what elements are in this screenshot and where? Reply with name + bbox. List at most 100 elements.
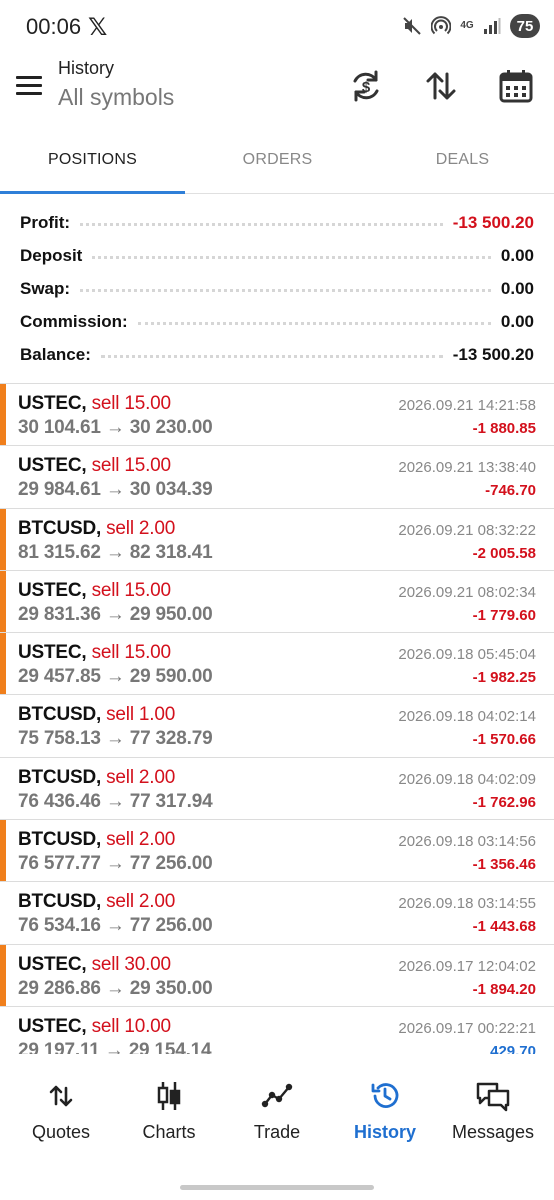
- summary-value: 0.00: [500, 245, 534, 265]
- symbol-name: BTCUSD,: [18, 891, 102, 913]
- bottom-navigation: Quotes Charts Trade History Messages: [0, 1062, 554, 1162]
- summary-value: -13 500.20: [452, 344, 534, 364]
- nav-label: Quotes: [31, 1122, 91, 1142]
- position-prices: 29 286.86 → 29 350.00: [18, 977, 213, 1000]
- position-row[interactable]: BTCUSD, sell 1.00 75 758.13 → 77 328.79 20…: [0, 695, 554, 758]
- position-prices: 30 104.61 → 30 230.00: [18, 417, 213, 439]
- trade-side-volume: sell 1.00: [101, 704, 176, 726]
- nav-label: History: [353, 1122, 416, 1142]
- arrow-icon: →: [105, 541, 125, 563]
- tab-deals[interactable]: DEALS: [370, 130, 554, 194]
- position-row[interactable]: USTEC, sell 30.00 29 286.86 → 29 350.00 20…: [0, 944, 554, 1007]
- symbol-name: USTEC,: [18, 579, 87, 601]
- position-time: 2026.09.21 14:21:58: [398, 397, 536, 414]
- active-tab-indicator: [0, 191, 185, 194]
- summary-label: Profit:: [20, 212, 71, 232]
- open-price: 29 831.36: [18, 603, 101, 625]
- nav-messages[interactable]: Messages: [438, 1076, 548, 1156]
- position-time: 2026.09.17 00:22:21: [398, 1019, 536, 1037]
- open-price: 81 315.62: [18, 541, 101, 563]
- position-row[interactable]: USTEC, sell 15.00 29 831.36 → 29 950.00 20…: [0, 570, 554, 634]
- summary-balance: Balance: -13 500.20: [0, 338, 554, 371]
- open-price: 76 577.77: [18, 853, 101, 875]
- close-price: 77 256.00: [129, 853, 213, 875]
- open-price: 76 436.46: [18, 790, 101, 812]
- dotted-leader: [137, 322, 491, 325]
- position-time: 2026.09.17 12:04:02: [398, 957, 536, 975]
- position-prices: 76 436.46 → 77 317.94: [18, 790, 213, 813]
- position-prices: 76 577.77 → 77 256.00: [18, 853, 213, 875]
- position-prices: 29 457.85 → 29 590.00: [18, 666, 213, 688]
- summary-panel: Profit: -13 500.20 Deposit 0.00 Swap: 0.…: [0, 206, 554, 371]
- symbol-name: BTCUSD,: [18, 704, 102, 726]
- position-row[interactable]: BTCUSD, sell 2.00 76 436.46 → 77 317.94 20…: [0, 758, 554, 821]
- position-row[interactable]: BTCUSD, sell 2.00 76 534.16 → 77 256.00 20…: [0, 882, 554, 945]
- position-row[interactable]: USTEC, sell 15.00 29 457.85 → 29 590.00 20…: [0, 633, 554, 696]
- position-symbol: BTCUSD, sell 2.00: [18, 829, 175, 851]
- symbol-name: BTCUSD,: [18, 517, 102, 539]
- close-price: 77 328.79: [129, 728, 213, 750]
- open-price: 75 758.13: [18, 728, 101, 750]
- open-price: 29 457.85: [18, 666, 101, 688]
- arrow-icon: →: [104, 1039, 124, 1054]
- symbol-name: USTEC,: [18, 393, 87, 414]
- trade-icon: [222, 1076, 332, 1116]
- dotted-leader: [100, 355, 443, 358]
- calendar-icon[interactable]: [494, 64, 538, 108]
- position-symbol: USTEC, sell 30.00: [18, 954, 171, 976]
- position-row[interactable]: BTCUSD, sell 2.00 76 577.77 → 77 256.00 20…: [0, 820, 554, 883]
- trade-side-volume: sell 2.00: [101, 829, 176, 851]
- symbol-filter[interactable]: All symbols: [58, 84, 174, 111]
- tab-positions[interactable]: POSITIONS: [0, 130, 185, 194]
- position-row[interactable]: USTEC, sell 15.00 29 984.61 → 30 034.39 20…: [0, 446, 554, 509]
- arrow-icon: →: [105, 853, 125, 875]
- currency-refresh-icon[interactable]: $: [344, 64, 388, 108]
- position-marker: [0, 820, 6, 882]
- position-row[interactable]: USTEC, sell 10.00 29 197.11 → 29 154.14 20…: [0, 1007, 554, 1054]
- trade-side-volume: sell 30.00: [86, 953, 172, 975]
- trade-side-volume: sell 10.00: [86, 1015, 172, 1037]
- gesture-bar[interactable]: [180, 1185, 374, 1190]
- symbol-name: BTCUSD,: [18, 766, 102, 788]
- trade-side-volume: sell 2.00: [101, 517, 176, 539]
- summary-commission: Commission: 0.00: [0, 305, 554, 338]
- open-price: 29 197.11: [18, 1039, 100, 1054]
- status-icons: 4G 75: [402, 14, 540, 38]
- nav-charts[interactable]: Charts: [114, 1076, 224, 1156]
- hotspot-icon: [431, 16, 451, 36]
- summary-swap: Swap: 0.00: [0, 272, 554, 305]
- dotted-leader: [80, 223, 443, 226]
- nav-quotes[interactable]: Quotes: [6, 1076, 116, 1156]
- status-bar: 00:06 𝕏 4G 75: [0, 0, 554, 54]
- summary-value: 0.00: [500, 311, 534, 331]
- trade-side-volume: sell 15.00: [86, 642, 172, 664]
- position-prices: 75 758.13 → 77 328.79: [18, 728, 213, 750]
- trade-side-volume: sell 2.00: [101, 766, 176, 788]
- nav-trade[interactable]: Trade: [222, 1076, 332, 1156]
- position-symbol: BTCUSD, sell 2.00: [18, 891, 175, 913]
- position-row[interactable]: USTEC, sell 15.00 30 104.61 → 30 230.00 20…: [0, 384, 554, 447]
- close-price: 30 034.39: [129, 479, 213, 501]
- sort-icon[interactable]: [419, 64, 463, 108]
- position-row[interactable]: BTCUSD, sell 2.00 81 315.62 → 82 318.41 20…: [0, 508, 554, 571]
- trade-side-volume: sell 15.00: [86, 393, 172, 414]
- close-price: 29 154.14: [128, 1039, 212, 1054]
- position-prices: 81 315.62 → 82 318.41: [18, 541, 213, 564]
- position-marker: [0, 384, 6, 446]
- trade-side-volume: sell 15.00: [86, 579, 172, 601]
- position-profit: -1 443.68: [472, 918, 536, 936]
- mute-icon: [402, 16, 422, 36]
- position-profit: -1 762.96: [472, 793, 536, 811]
- summary-label: Swap:: [20, 278, 71, 298]
- positions-list[interactable]: USTEC, sell 15.00 30 104.61 → 30 230.00 20…: [0, 384, 554, 1054]
- nav-history[interactable]: History: [330, 1076, 440, 1156]
- open-price: 30 104.61: [18, 417, 101, 438]
- summary-label: Balance:: [20, 344, 91, 364]
- arrow-icon: →: [105, 977, 125, 999]
- tab-orders[interactable]: ORDERS: [185, 130, 370, 194]
- arrow-icon: →: [105, 790, 125, 812]
- summary-value: -13 500.20: [452, 212, 534, 232]
- menu-icon[interactable]: [16, 74, 44, 96]
- position-profit: 429.70: [490, 1042, 536, 1054]
- arrow-icon: →: [105, 417, 125, 438]
